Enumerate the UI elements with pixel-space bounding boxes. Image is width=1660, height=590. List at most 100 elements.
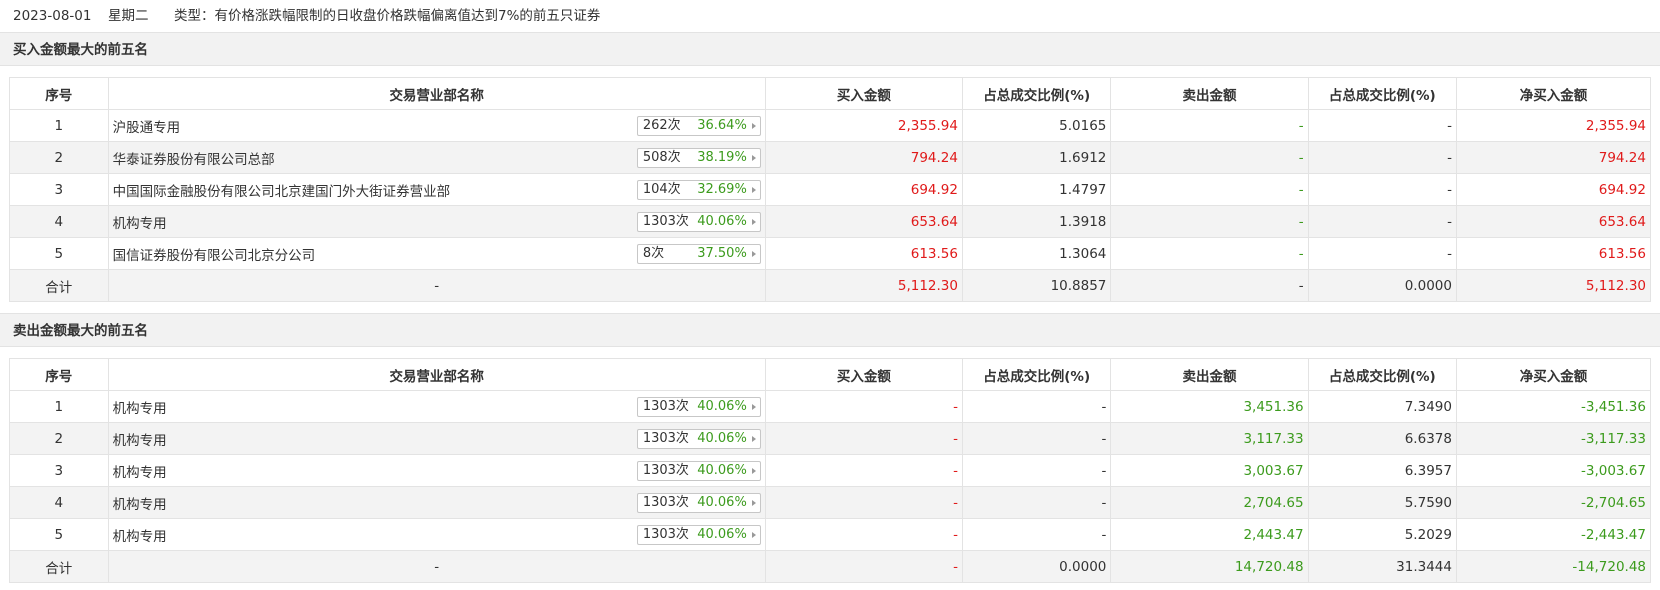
row-rank: 2: [9, 141, 109, 174]
branch-name-link[interactable]: 中国国际金融股份有限公司北京建国门外大街证券营业部: [113, 184, 451, 200]
buy-ratio: 1.3064: [961, 237, 1112, 270]
win-rate: 36.64%: [697, 118, 747, 133]
sell-ratio: 5.2029: [1307, 518, 1457, 551]
sell-ratio: 6.6378: [1307, 422, 1457, 455]
table-row: 5 国信证券股份有限公司北京分公司 8次 37.50% 613.56 1.3064- -61…: [9, 237, 1652, 270]
sell-ratio: 5.7590: [1307, 486, 1457, 519]
net-buy-amount: 653.64: [1455, 205, 1652, 238]
sell-ratio: -: [1307, 205, 1457, 238]
table-row: 1 机构专用 1303次 40.06% - -3,451.36 7.3490 -3,451.3…: [9, 390, 1652, 423]
win-rate: 40.06%: [697, 214, 747, 229]
listing-count: 1303次: [642, 431, 689, 446]
trade-weekday: 星期二: [108, 8, 149, 24]
net-buy-amount: -2,443.47: [1455, 518, 1652, 551]
win-rate: 38.19%: [697, 150, 747, 165]
net-buy-amount: 613.56: [1455, 237, 1652, 270]
col-header-buy-ratio: 占总成交比例(%): [961, 77, 1112, 110]
buy-ratio: 1.3918: [961, 205, 1112, 238]
branch-name-link[interactable]: 机构专用: [113, 529, 167, 545]
branch-stats-dropdown[interactable]: 1303次 40.06%: [636, 493, 761, 513]
sell-ratio: 6.3957: [1307, 454, 1457, 487]
branch-name-cell: 机构专用 1303次 40.06%: [107, 454, 766, 487]
win-rate: 40.06%: [697, 463, 747, 478]
listing-count: 262次: [642, 118, 681, 133]
win-rate: 40.06%: [697, 527, 747, 542]
buy-ratio: 1.6912: [961, 141, 1112, 174]
listing-count: 1303次: [642, 527, 689, 542]
branch-stats-dropdown[interactable]: 1303次 40.06%: [636, 397, 761, 417]
row-rank: 5: [9, 237, 109, 270]
triangle-right-icon: [751, 155, 756, 161]
total-branch-name: -: [107, 269, 766, 302]
net-buy-amount: -2,704.65: [1455, 486, 1652, 519]
buy-amount: -: [764, 390, 963, 423]
table-total-row: 合计 -5,112.30 10.8857-0.0000 5,112.30: [9, 269, 1652, 302]
branch-stats-dropdown[interactable]: 8次 37.50%: [636, 244, 761, 264]
branch-name-cell: 机构专用 1303次 40.06%: [107, 205, 766, 238]
row-rank: 1: [9, 109, 109, 142]
triangle-right-icon: [751, 251, 756, 257]
branch-name-link[interactable]: 机构专用: [113, 216, 167, 232]
sell-ratio: -: [1307, 141, 1457, 174]
table-total-row: 合计 - -0.0000 14,720.48 31.3444 -14,720.48: [9, 550, 1652, 583]
buy-amount: -: [764, 454, 963, 487]
branch-name-link[interactable]: 国信证券股份有限公司北京分公司: [113, 248, 316, 264]
row-rank: 4: [9, 205, 109, 238]
branch-stats-dropdown[interactable]: 1303次 40.06%: [636, 525, 761, 545]
branch-stats-dropdown[interactable]: 104次 32.69%: [636, 180, 761, 200]
trade-date: 2023-08-01: [13, 8, 92, 24]
branch-name-link[interactable]: 机构专用: [113, 465, 167, 481]
triangle-right-icon: [751, 187, 756, 193]
col-header-buy-amount: 买入金额: [764, 77, 963, 110]
table-row: 3 机构专用 1303次 40.06% - -3,003.67 6.3957 -3,003.6…: [9, 454, 1652, 487]
branch-stats-dropdown[interactable]: 1303次 40.06%: [636, 461, 761, 481]
col-header-net-buy: 净买入金额: [1455, 77, 1652, 110]
branch-name-link[interactable]: 机构专用: [113, 433, 167, 449]
win-rate: 32.69%: [697, 182, 747, 197]
listing-count: 8次: [642, 246, 665, 261]
col-header-rank: 序号: [9, 358, 109, 391]
total-sell-amount: -: [1110, 269, 1309, 302]
sell-top5-table: 序号 交易营业部名称 买入金额 占总成交比例(%) 卖出金额 占总成交比例(%)…: [9, 358, 1652, 583]
col-header-net-buy: 净买入金额: [1455, 358, 1652, 391]
sell-amount: 3,117.33: [1110, 422, 1309, 455]
row-rank: 1: [9, 390, 109, 423]
sell-top5-section-title: 卖出金额最大的前五名: [0, 313, 1660, 347]
table-header-row: 序号 交易营业部名称 买入金额 占总成交比例(%) 卖出金额 占总成交比例(%)…: [9, 358, 1652, 391]
branch-stats-dropdown[interactable]: 1303次 40.06%: [636, 212, 761, 232]
buy-amount: -: [764, 486, 963, 519]
win-rate: 40.06%: [697, 495, 747, 510]
branch-name-link[interactable]: 机构专用: [113, 401, 167, 417]
branch-stats-dropdown[interactable]: 262次 36.64%: [636, 116, 761, 136]
buy-amount: 613.56: [764, 237, 963, 270]
row-rank: 3: [9, 173, 109, 206]
triangle-right-icon: [751, 123, 756, 129]
net-buy-amount: -3,117.33: [1455, 422, 1652, 455]
total-sell-amount: 14,720.48: [1110, 550, 1309, 583]
branch-name-link[interactable]: 华泰证券股份有限公司总部: [113, 152, 275, 168]
sell-ratio: -: [1307, 109, 1457, 142]
listing-count: 508次: [642, 150, 681, 165]
buy-amount: -: [764, 422, 963, 455]
total-branch-name: -: [107, 550, 766, 583]
branch-name-cell: 机构专用 1303次 40.06%: [107, 518, 766, 551]
sell-amount: -: [1110, 173, 1309, 206]
branch-name-cell: 机构专用 1303次 40.06%: [107, 422, 766, 455]
net-buy-amount: -3,003.67: [1455, 454, 1652, 487]
buy-amount: 794.24: [764, 141, 963, 174]
branch-stats-dropdown[interactable]: 508次 38.19%: [636, 148, 761, 168]
table-row: 2 华泰证券股份有限公司总部 508次 38.19% 794.24 1.6912- -794…: [9, 141, 1652, 174]
win-rate: 40.06%: [697, 399, 747, 414]
net-buy-amount: 694.92: [1455, 173, 1652, 206]
branch-name-link[interactable]: 机构专用: [113, 497, 167, 513]
total-buy-ratio: 10.8857: [961, 269, 1112, 302]
sell-amount: -: [1110, 109, 1309, 142]
win-rate: 37.50%: [697, 246, 747, 261]
triangle-right-icon: [751, 219, 756, 225]
branch-stats-dropdown[interactable]: 1303次 40.06%: [636, 429, 761, 449]
col-header-branch-name: 交易营业部名称: [107, 77, 766, 110]
buy-ratio: -: [961, 518, 1112, 551]
branch-name-link[interactable]: 沪股通专用: [113, 120, 181, 136]
table-row: 2 机构专用 1303次 40.06% - -3,117.33 6.6378 -3,117.3…: [9, 422, 1652, 455]
branch-name-cell: 机构专用 1303次 40.06%: [107, 486, 766, 519]
